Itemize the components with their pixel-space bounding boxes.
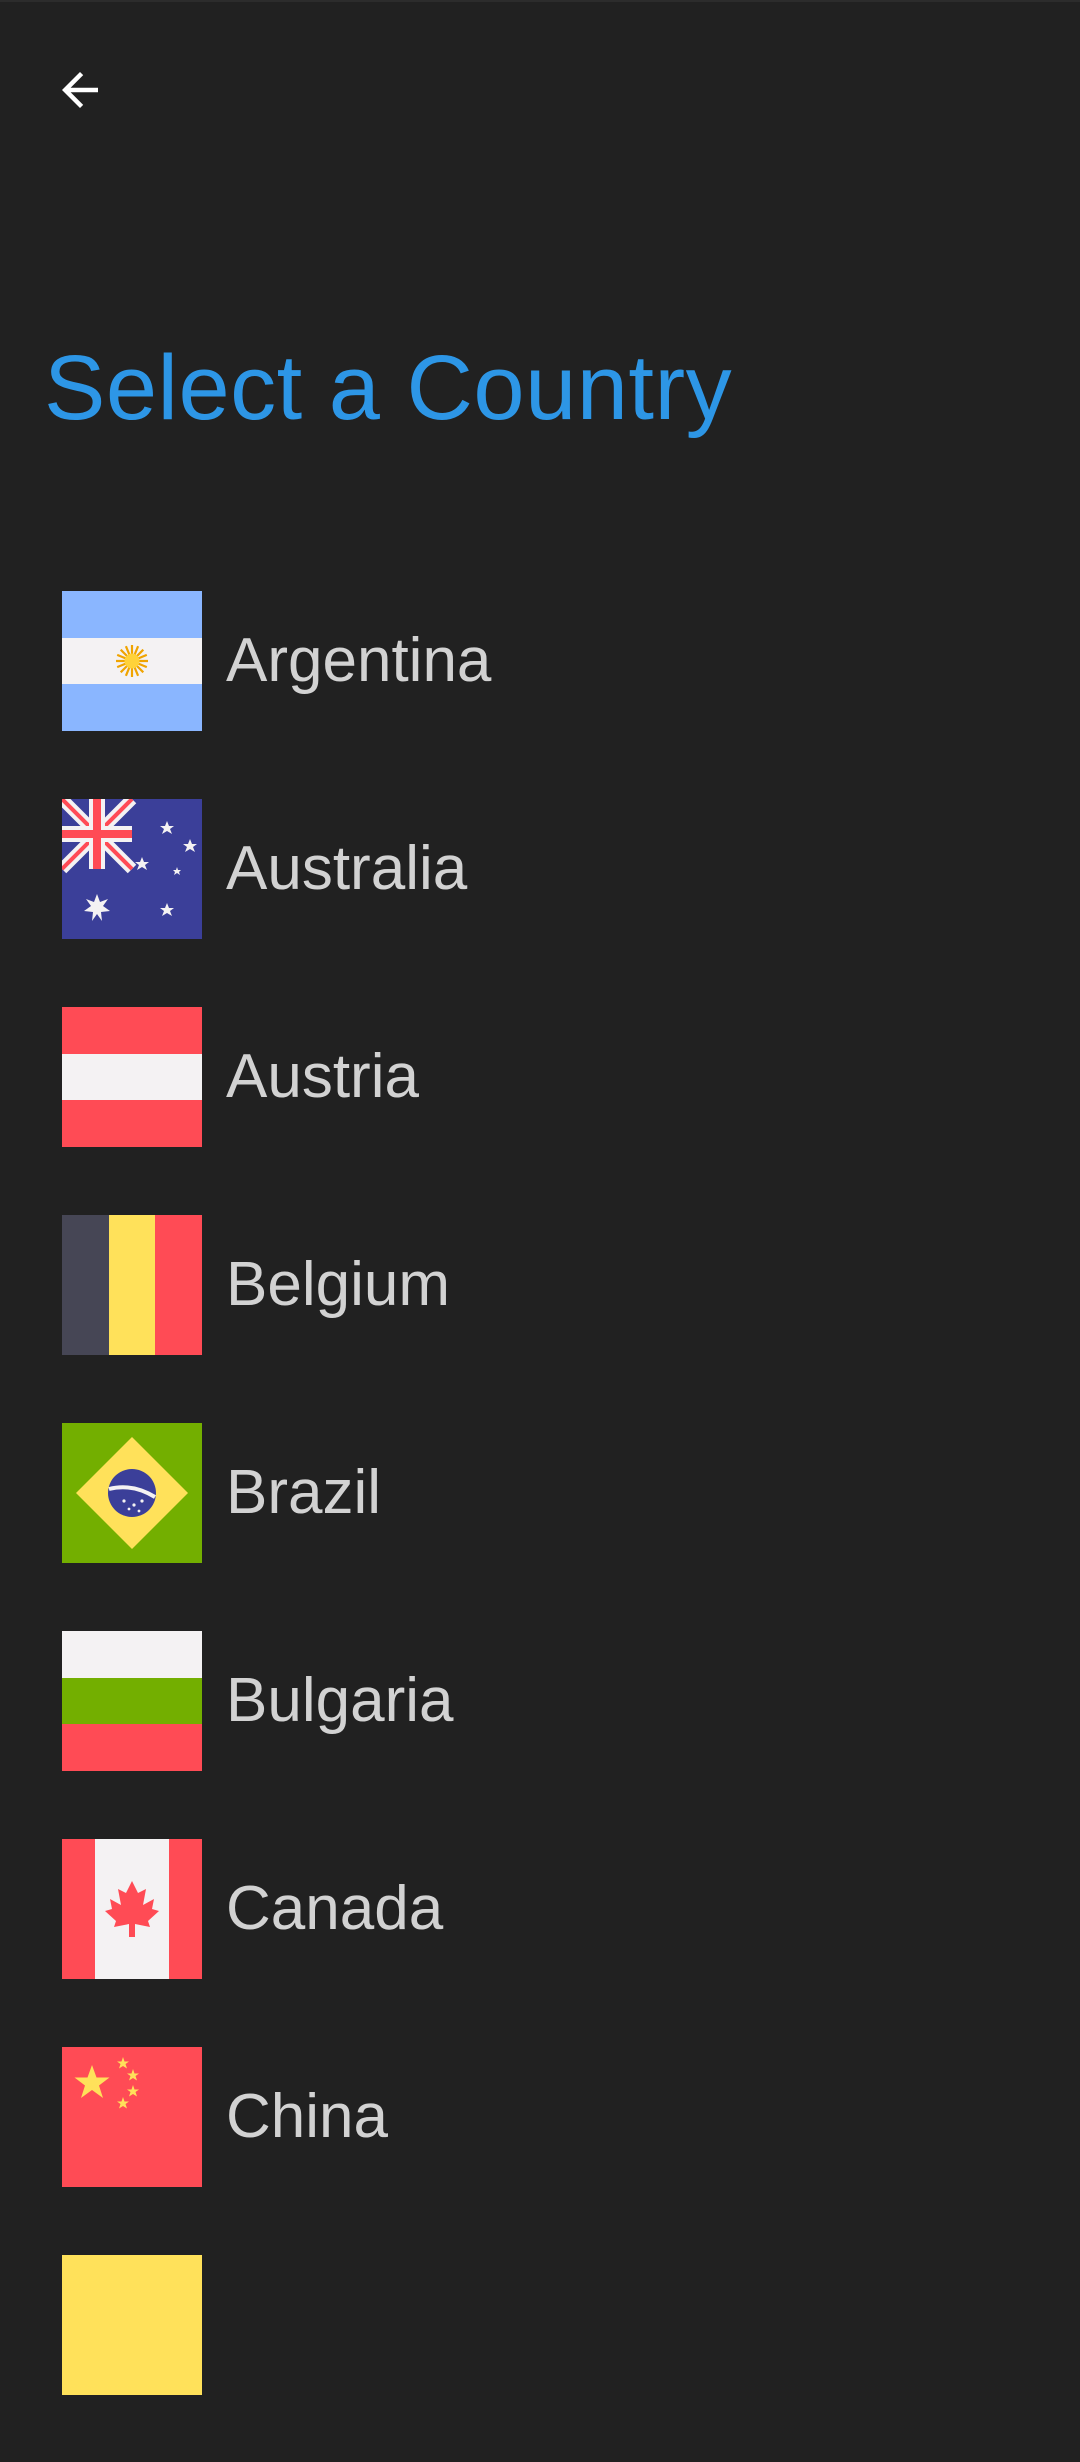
australia-flag-icon [62, 799, 202, 939]
canada-flag-icon [62, 1839, 202, 1979]
country-item-china[interactable]: China [0, 2046, 1080, 2254]
page-title: Select a Country [44, 337, 733, 439]
country-name: Argentina [226, 626, 492, 695]
country-item-partial[interactable] [0, 2254, 1080, 2462]
back-button[interactable] [40, 50, 120, 130]
country-item-argentina[interactable]: Argentina [0, 590, 1080, 798]
country-list: Argentina Australia Austria Belgium Braz… [0, 590, 1080, 2462]
argentina-flag-icon [62, 591, 202, 731]
country-item-brazil[interactable]: Brazil [0, 1422, 1080, 1630]
country-name: Canada [226, 1874, 444, 1943]
belgium-flag-icon [62, 1215, 202, 1355]
arrow-back-icon [62, 72, 98, 108]
country-item-bulgaria[interactable]: Bulgaria [0, 1630, 1080, 1838]
country-name: Australia [226, 834, 468, 903]
country-item-canada[interactable]: Canada [0, 1838, 1080, 2046]
country-name: Belgium [226, 1250, 450, 1319]
country-item-austria[interactable]: Austria [0, 1006, 1080, 1214]
partial-flag-icon [62, 2255, 202, 2395]
country-name: China [226, 2082, 388, 2151]
austria-flag-icon [62, 1007, 202, 1147]
top-border [0, 0, 1080, 2]
china-flag-icon [62, 2047, 202, 2187]
brazil-flag-icon [62, 1423, 202, 1563]
bulgaria-flag-icon [62, 1631, 202, 1771]
country-item-belgium[interactable]: Belgium [0, 1214, 1080, 1422]
country-item-australia[interactable]: Australia [0, 798, 1080, 1006]
country-name: Bulgaria [226, 1666, 454, 1735]
country-name: Brazil [226, 1458, 382, 1527]
country-name: Austria [226, 1042, 419, 1111]
